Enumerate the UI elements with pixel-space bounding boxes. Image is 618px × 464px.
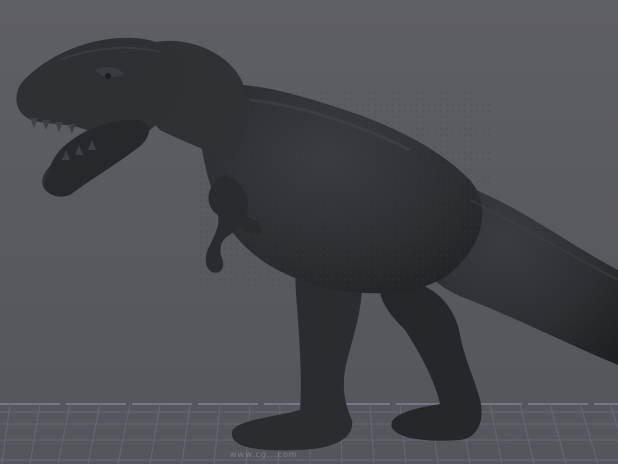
eye-icon	[105, 73, 111, 79]
t-rex-model[interactable]	[16, 37, 618, 451]
scene	[0, 37, 618, 464]
3d-viewport[interactable]: www.cg...com	[0, 0, 618, 464]
watermark: www.cg...com	[230, 450, 298, 459]
